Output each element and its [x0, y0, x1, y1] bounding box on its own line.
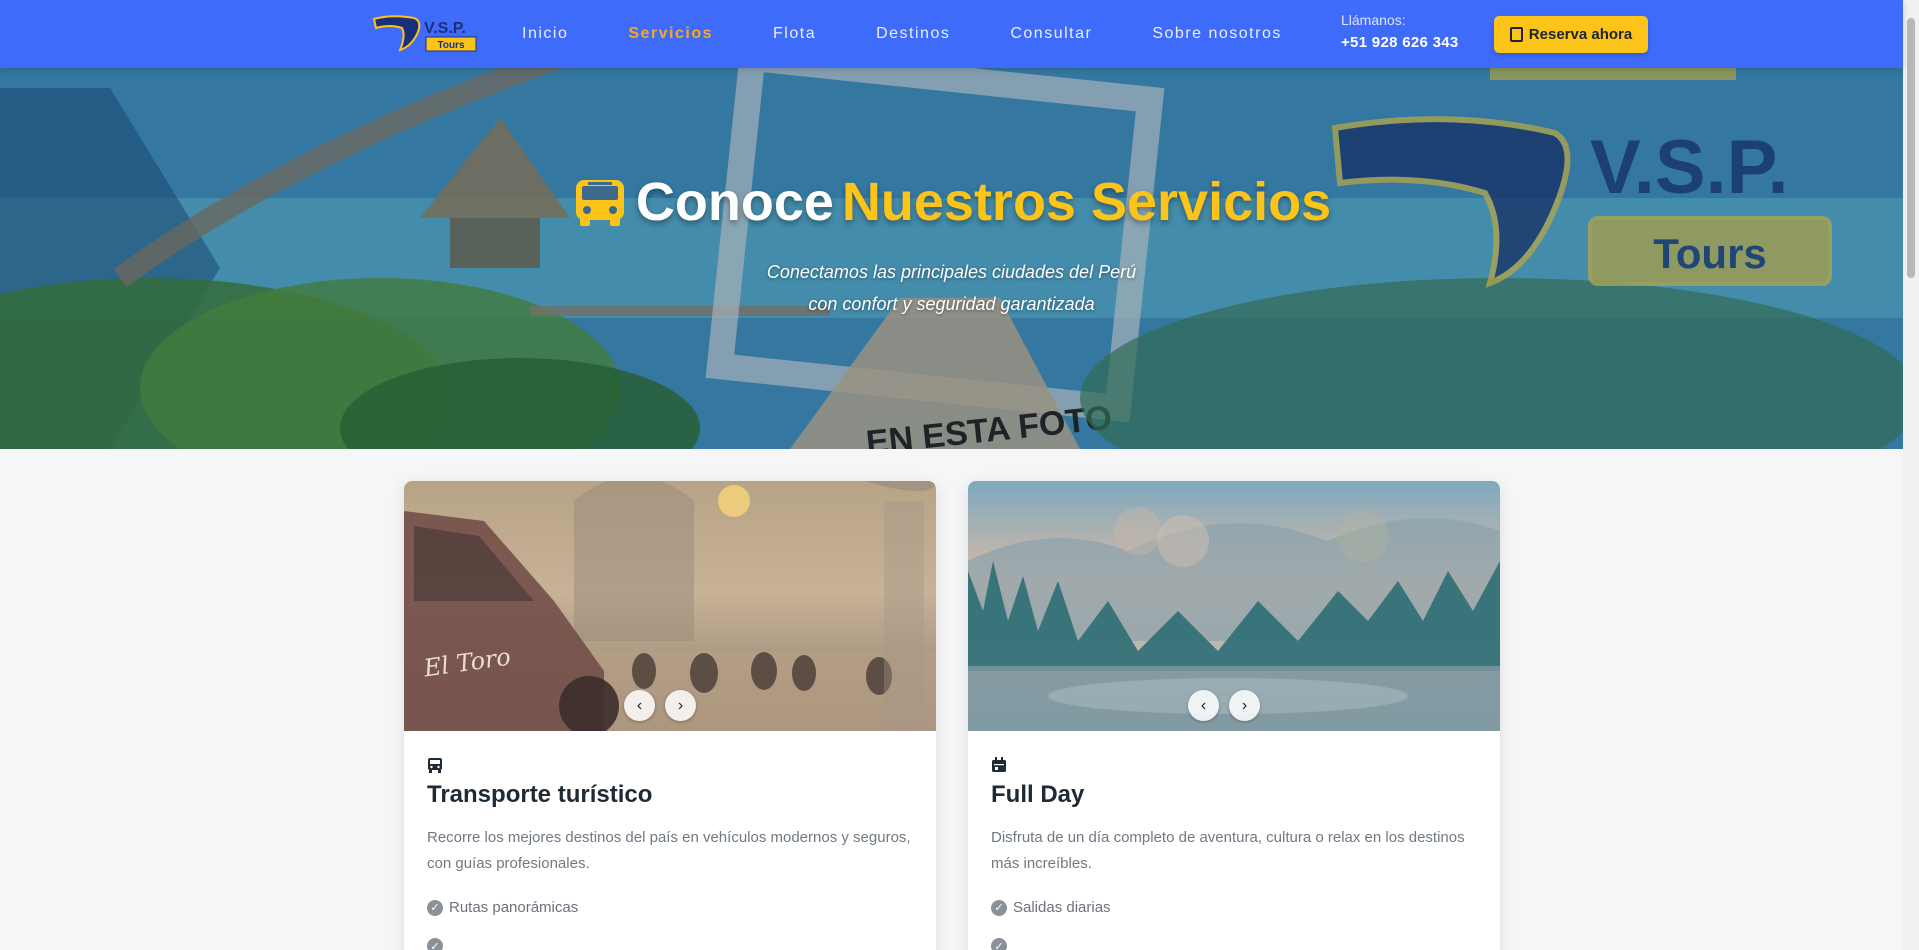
card-body: Full Day Disfruta de un día completo de …	[968, 731, 1500, 950]
card-body: Transporte turístico Recorre los mejores…	[404, 731, 936, 950]
hero-subtitle: Conectamos las principales ciudades del …	[0, 256, 1903, 320]
feature-item: ✓	[991, 938, 1477, 950]
call-info: Llámanos: +51 928 626 343	[1341, 12, 1459, 51]
hero-title-accent: Nuestros Servicios	[841, 172, 1332, 232]
nav-link-flota[interactable]: Flota	[773, 25, 816, 43]
card-image-carousel: El Toro ‹ ›	[404, 481, 936, 731]
card-title: Transporte turístico	[427, 781, 653, 808]
hero-subtitle-line2: con confort y seguridad garantizada	[808, 294, 1095, 314]
carousel-next-button[interactable]: ›	[665, 690, 696, 721]
check-circle-icon: ✓	[427, 938, 443, 950]
nav-links: Inicio Servicios Flota Destinos Consulta…	[522, 0, 1342, 68]
call-label: Llámanos:	[1341, 12, 1406, 28]
carousel-prev-button[interactable]: ‹	[624, 690, 655, 721]
card-description: Disfruta de un día completo de aventura,…	[991, 829, 1465, 872]
feature-item: ✓ Salidas diarias	[991, 899, 1477, 916]
feature-label: Salidas diarias	[1013, 899, 1111, 916]
card-description: Recorre los mejores destinos del país en…	[427, 829, 911, 872]
nav-link-destinos[interactable]: Destinos	[876, 25, 950, 43]
calendar-icon	[1509, 27, 1523, 42]
logo-text: V.S.P.	[424, 20, 466, 37]
hero-banner: EN ESTA FOTO V.S.P. Tours Conoce Nuestro…	[0, 68, 1903, 449]
feature-label: Rutas panorámicas	[449, 899, 579, 916]
hero-title-white: Conoce	[635, 172, 834, 232]
scrollbar-thumb[interactable]	[1907, 18, 1915, 278]
carousel-next-button[interactable]: ›	[1229, 690, 1260, 721]
service-card-transporte: El Toro ‹ › Transporte turístico Recorre…	[404, 481, 936, 950]
reserve-button-label: Reserva ahora	[1528, 26, 1633, 43]
check-circle-icon: ✓	[991, 938, 1007, 950]
service-card-full-day: ‹ › Full Day Disfruta de un día completo…	[968, 481, 1500, 950]
nav-link-sobre-nosotros[interactable]: Sobre nosotros	[1152, 25, 1282, 43]
logo-badge: Tours	[437, 40, 464, 51]
carousel-prev-button[interactable]: ‹	[1188, 690, 1219, 721]
reserve-button[interactable]: Reserva ahora	[1494, 16, 1648, 53]
vsp-tours-logo[interactable]: V.S.P. Tours	[372, 14, 478, 54]
check-circle-icon: ✓	[427, 899, 443, 916]
card-image-carousel: ‹ ›	[968, 481, 1500, 731]
hero-subtitle-line1: Conectamos las principales ciudades del …	[766, 262, 1137, 282]
nav-link-consultar[interactable]: Consultar	[1010, 25, 1092, 43]
page-scrollbar[interactable]	[1903, 0, 1919, 950]
check-circle-icon: ✓	[991, 899, 1007, 916]
bus-icon	[575, 180, 624, 226]
bus-icon	[428, 758, 442, 773]
nav-link-inicio[interactable]: Inicio	[522, 25, 568, 43]
feature-item: ✓ Rutas panorámicas	[427, 899, 913, 916]
card-title: Full Day	[991, 781, 1085, 808]
top-navbar: V.S.P. Tours Inicio Servicios Flota Dest…	[0, 0, 1903, 68]
feature-item: ✓	[427, 938, 913, 950]
hero-title: Conoce Nuestros Servicios	[0, 171, 1903, 233]
call-phone[interactable]: +51 928 626 343	[1341, 34, 1459, 51]
calendar-icon	[992, 757, 1006, 772]
nav-link-servicios[interactable]: Servicios	[628, 25, 713, 43]
